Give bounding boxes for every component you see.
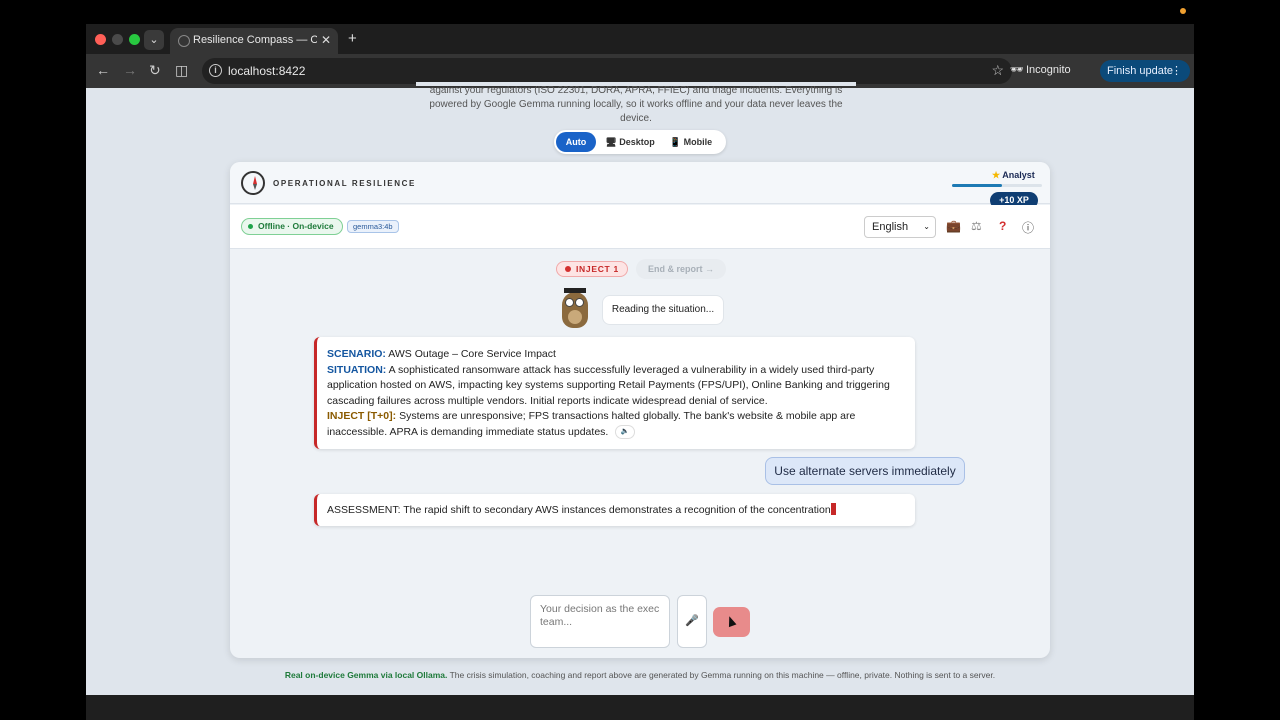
assessment-card: ASSESSMENT: The rapid shift to secondary… bbox=[314, 494, 915, 526]
owl-coach-icon bbox=[562, 288, 588, 328]
layout-mode-toggle: Auto 🖥 Desktop 📱 Mobile bbox=[554, 130, 726, 154]
brand-title: OPERATIONAL RESILIENCE bbox=[273, 179, 416, 188]
mode-mobile-button[interactable]: 📱 Mobile bbox=[666, 132, 716, 152]
scenario-label: SCENARIO: bbox=[327, 348, 386, 360]
intro-line-3: device. bbox=[620, 113, 652, 124]
assessment-text: ASSESSMENT: The rapid shift to secondary… bbox=[327, 504, 831, 516]
chevron-down-icon: ⌄ bbox=[923, 222, 930, 231]
globe-icon bbox=[178, 35, 190, 47]
footer-text: The crisis simulation, coaching and repo… bbox=[447, 670, 996, 680]
system-status-dot bbox=[1180, 8, 1186, 14]
inject-t0-text: Systems are unresponsive; FPS transactio… bbox=[327, 410, 856, 438]
model-badge: gemma3:4b bbox=[347, 220, 399, 233]
rank-label: ★ Analyst bbox=[992, 170, 1035, 181]
intro-line-2: powered by Google Gemma running locally,… bbox=[429, 99, 843, 110]
split-view-icon[interactable]: ◫ bbox=[175, 62, 188, 79]
mouse-pointer-icon bbox=[725, 614, 737, 628]
panel-header: OPERATIONAL RESILIENCE ★ Analyst +10 XP bbox=[230, 162, 1050, 209]
intro-text: against your regulators (ISO 22301, DORA… bbox=[416, 84, 856, 126]
back-arrow-icon[interactable]: ← bbox=[96, 62, 110, 78]
regulation-scales-icon[interactable]: ⚖ bbox=[971, 219, 982, 233]
xp-progress-bar bbox=[952, 184, 1042, 187]
footer-note: Real on-device Gemma via local Ollama. T… bbox=[86, 670, 1194, 680]
finish-update-label: Finish update bbox=[1107, 65, 1174, 77]
help-question-icon[interactable]: ? bbox=[999, 219, 1006, 233]
inject-dot-icon bbox=[565, 266, 571, 272]
language-value: English bbox=[872, 221, 909, 233]
compass-icon bbox=[241, 171, 265, 195]
incognito-icon: 🕶 bbox=[1010, 64, 1024, 76]
scenario-text: AWS Outage – Core Service Impact bbox=[388, 348, 556, 360]
scenario-card: SCENARIO: AWS Outage – Core Service Impa… bbox=[314, 337, 915, 449]
more-menu-icon[interactable]: ⋮ bbox=[1171, 60, 1182, 82]
inject-t0-label: INJECT [T+0]: bbox=[327, 410, 397, 422]
inject-label: INJECT 1 bbox=[576, 264, 619, 274]
microphone-icon[interactable]: 🎤 bbox=[677, 595, 707, 648]
status-row: Offline · On-device gemma3:4b English ⌄ … bbox=[230, 205, 1050, 249]
taskbar-strip bbox=[86, 695, 1194, 720]
tab-list-chevron-icon[interactable]: ⌄ bbox=[144, 30, 164, 50]
info-circle-icon[interactable]: ⓘ bbox=[1022, 219, 1034, 236]
intro-scroll-clip bbox=[416, 82, 856, 86]
site-info-icon[interactable]: i bbox=[209, 64, 222, 77]
app-panel: OPERATIONAL RESILIENCE ★ Analyst +10 XP … bbox=[230, 162, 1050, 658]
incognito-label: Incognito bbox=[1026, 64, 1071, 76]
bookmark-star-icon[interactable]: ☆ bbox=[991, 62, 1004, 79]
xp-progress-fill bbox=[952, 184, 1002, 187]
tab-active[interactable]: Resilience Compass — On-device ✕ bbox=[170, 28, 338, 54]
browser-window: ⌄ Resilience Compass — On-device ✕ + ← →… bbox=[86, 24, 1194, 695]
footer-strong-text: Real on-device Gemma via local Ollama. bbox=[284, 670, 448, 680]
tab-title: Resilience Compass — On-device bbox=[193, 34, 317, 46]
user-message-bubble: Use alternate servers immediately bbox=[765, 457, 965, 485]
maximize-window-button[interactable] bbox=[129, 34, 140, 45]
mode-desktop-button[interactable]: 🖥 Desktop bbox=[602, 132, 658, 152]
inject-badge: INJECT 1 bbox=[556, 261, 628, 277]
minimize-window-button[interactable] bbox=[112, 34, 123, 45]
finish-update-button[interactable]: Finish update ⋮ bbox=[1100, 60, 1190, 82]
end-and-report-button[interactable]: End & report → bbox=[636, 259, 726, 279]
mode-auto-button[interactable]: Auto bbox=[556, 132, 596, 152]
offline-status-badge: Offline · On-device bbox=[241, 218, 343, 235]
star-icon: ★ bbox=[992, 170, 1001, 180]
situation-label: SITUATION: bbox=[327, 363, 387, 376]
toolkit-briefcase-icon[interactable]: 💼 bbox=[946, 219, 961, 233]
close-icon[interactable]: ✕ bbox=[321, 33, 331, 47]
new-tab-plus-icon[interactable]: + bbox=[348, 30, 357, 47]
situation-text: A sophisticated ransomware attack has su… bbox=[327, 363, 890, 407]
language-select[interactable]: English ⌄ bbox=[864, 216, 936, 238]
forward-arrow-icon[interactable]: → bbox=[123, 62, 137, 78]
send-button[interactable] bbox=[713, 607, 750, 637]
intro-line-1: against your regulators (ISO 22301, DORA… bbox=[429, 85, 843, 96]
reload-icon[interactable]: ↻ bbox=[149, 62, 161, 79]
close-window-button[interactable] bbox=[95, 34, 106, 45]
speaker-icon[interactable]: 🔈 bbox=[615, 424, 636, 439]
offline-status-label: Offline · On-device bbox=[258, 221, 334, 231]
url-text: localhost:8422 bbox=[228, 64, 306, 78]
decision-input[interactable]: Your decision as the exec team... bbox=[530, 595, 670, 648]
status-dot-icon bbox=[248, 224, 253, 229]
rank-text: Analyst bbox=[1002, 170, 1035, 180]
typing-cursor bbox=[830, 503, 836, 515]
coach-status-bubble: Reading the situation... bbox=[602, 295, 724, 325]
address-bar[interactable]: i localhost:8422 ☆ bbox=[202, 58, 1012, 84]
tab-bar: ⌄ Resilience Compass — On-device ✕ + bbox=[86, 24, 1194, 54]
